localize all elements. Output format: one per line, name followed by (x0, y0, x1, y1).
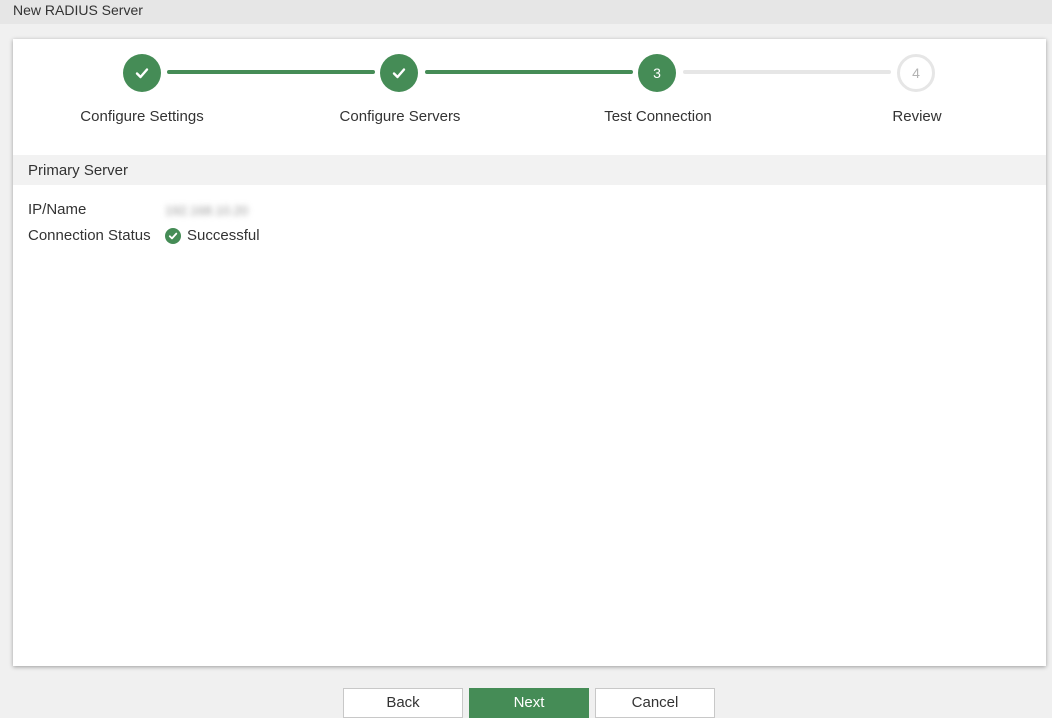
connection-status-label: Connection Status (28, 227, 151, 244)
dialog-title: New RADIUS Server (0, 0, 1052, 24)
ip-name-value: 192.168.10.20 (165, 203, 248, 218)
wizard-footer: Back Next Cancel (0, 688, 1052, 718)
success-check-icon (165, 227, 181, 244)
step-1-complete (123, 54, 161, 92)
back-button[interactable]: Back (343, 688, 463, 718)
step-2-complete (380, 54, 418, 92)
step-4-pending: 4 (897, 54, 935, 92)
next-button[interactable]: Next (469, 688, 589, 718)
step-label-configure-settings: Configure Settings (80, 108, 204, 125)
step-label-review: Review (892, 108, 942, 125)
step-label-test-connection: Test Connection (604, 108, 712, 125)
wizard-panel: 3 4 Configure Settings Configure Servers… (13, 39, 1046, 666)
primary-server-header: Primary Server (13, 155, 1046, 185)
ip-name-text: 192.168.10.20 (165, 203, 249, 218)
step-3-current: 3 (638, 54, 676, 92)
step-connector-3 (683, 70, 891, 74)
checkmark-icon (135, 68, 149, 79)
checkmark-icon (392, 68, 406, 79)
cancel-button[interactable]: Cancel (595, 688, 715, 718)
connection-status-value: Successful (165, 227, 260, 244)
connection-status-text: Successful (187, 227, 260, 244)
step-label-configure-servers: Configure Servers (339, 108, 461, 125)
step-connector-2 (425, 70, 633, 74)
ip-name-label: IP/Name (28, 201, 87, 218)
step-connector-1 (167, 70, 375, 74)
wizard-stepper: 3 4 Configure Settings Configure Servers… (13, 39, 1046, 149)
